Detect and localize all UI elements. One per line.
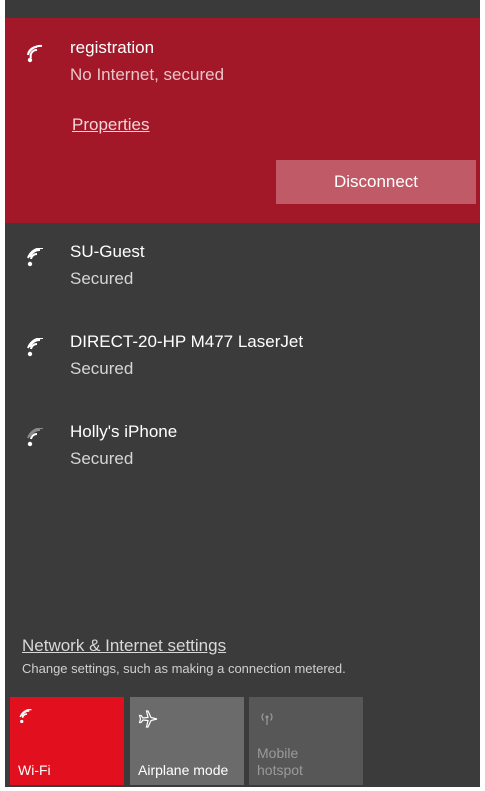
connected-network-status: No Internet, secured bbox=[70, 65, 225, 84]
wifi-toggle-tile[interactable]: Wi-Fi bbox=[10, 697, 124, 785]
properties-link[interactable]: Properties bbox=[72, 115, 149, 135]
network-name: Holly's iPhone bbox=[70, 422, 178, 441]
airplane-icon bbox=[138, 709, 158, 734]
network-flyout: registration No Internet, secured Proper… bbox=[5, 0, 480, 787]
tile-label: Mobile hotspot bbox=[257, 745, 303, 778]
settings-description: Change settings, such as making a connec… bbox=[22, 661, 346, 676]
network-internet-settings-link[interactable]: Network & Internet settings bbox=[22, 636, 226, 656]
network-item-su-guest[interactable]: SU-Guest Secured bbox=[5, 227, 480, 313]
tile-label: Wi-Fi bbox=[18, 762, 51, 778]
wifi-strong-icon bbox=[25, 44, 49, 64]
flyout-top-strip bbox=[5, 0, 480, 18]
disconnect-button[interactable]: Disconnect bbox=[276, 160, 476, 204]
hotspot-icon bbox=[257, 709, 277, 732]
connected-network-item[interactable]: registration No Internet, secured Proper… bbox=[5, 18, 480, 223]
tile-label: Airplane mode bbox=[138, 762, 229, 778]
network-status: Secured bbox=[70, 449, 134, 468]
network-status: Secured bbox=[70, 269, 134, 288]
mobile-hotspot-tile[interactable]: Mobile hotspot bbox=[249, 697, 363, 785]
airplane-mode-tile[interactable]: Airplane mode bbox=[130, 697, 244, 785]
wifi-weak-icon bbox=[25, 428, 49, 448]
network-item-hollys-iphone[interactable]: Holly's iPhone Secured bbox=[5, 407, 480, 493]
wifi-icon bbox=[18, 708, 36, 730]
network-name: DIRECT-20-HP M477 LaserJet bbox=[70, 332, 304, 351]
network-item-direct-hp-laserjet[interactable]: DIRECT-20-HP M477 LaserJet Secured bbox=[5, 317, 480, 403]
network-name: SU-Guest bbox=[70, 242, 145, 261]
connected-network-name: registration bbox=[70, 38, 155, 57]
network-status: Secured bbox=[70, 359, 134, 378]
wifi-strong-icon bbox=[25, 338, 49, 358]
wifi-strong-icon bbox=[25, 248, 49, 268]
